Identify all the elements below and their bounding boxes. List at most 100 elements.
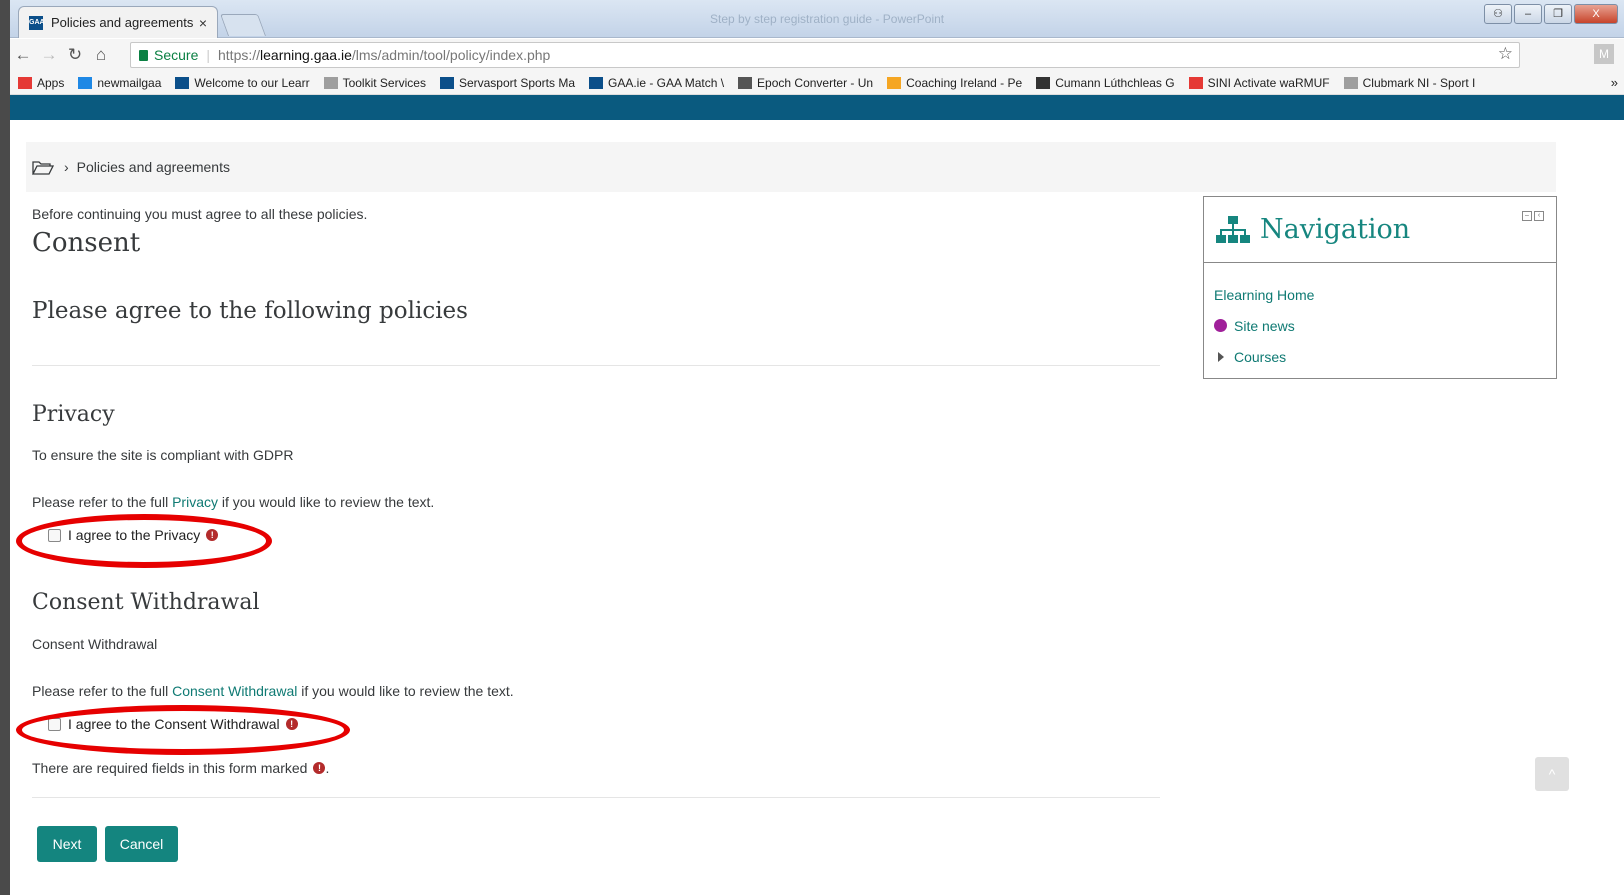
- breadcrumb: › Policies and agreements: [26, 142, 1556, 192]
- dock-icon[interactable]: ‹: [1534, 211, 1544, 221]
- nav-item-label: Elearning Home: [1214, 286, 1315, 303]
- bookmark-item[interactable]: Toolkit Services: [323, 75, 426, 90]
- bookmark-label: Coaching Ireland - Pe: [906, 75, 1023, 90]
- bookmark-item[interactable]: Welcome to our Learr: [175, 75, 310, 90]
- policy-summary-privacy: To ensure the site is compliant with GDP…: [32, 447, 294, 463]
- bookmark-item[interactable]: GAA.ie - GAA Match \: [589, 76, 724, 90]
- tab-title: Policies and agreements: [51, 15, 194, 30]
- home-icon[interactable]: ⌂: [88, 45, 114, 65]
- nav-item-site-news[interactable]: Site news: [1214, 310, 1546, 341]
- url-host: learning.gaa.ie: [260, 47, 352, 63]
- policy-refer-privacy: Please refer to the full Privacy if you …: [32, 494, 434, 510]
- gaa-favicon-icon: GAA: [29, 15, 45, 30]
- expand-arrow-icon[interactable]: [1218, 351, 1224, 362]
- bookmark-item[interactable]: Coaching Ireland - Pe: [887, 76, 1022, 90]
- nav-item-elearning-home[interactable]: Elearning Home: [1214, 279, 1546, 310]
- policy-summary-consent-withdrawal: Consent Withdrawal: [32, 636, 158, 652]
- bookmark-label: Welcome to our Learr: [194, 75, 310, 90]
- intro-text: Before continuing you must agree to all …: [32, 206, 368, 222]
- divider: [32, 797, 1160, 798]
- bookmarks-overflow-icon[interactable]: »: [1611, 75, 1618, 90]
- bookmark-item[interactable]: SINI Activate waRMUF: [1188, 76, 1330, 90]
- folder-open-icon[interactable]: [32, 160, 54, 175]
- navigation-list: Elearning Home Site news Courses: [1204, 263, 1556, 388]
- reload-icon[interactable]: ↻: [62, 45, 88, 65]
- refer-suffix: if you would like to review the text.: [217, 494, 435, 510]
- privacy-link[interactable]: Privacy: [172, 494, 218, 510]
- window-title: Step by step registration guide - PowerP…: [710, 12, 945, 26]
- back-icon[interactable]: ←: [10, 45, 36, 65]
- clock-icon: [738, 76, 753, 89]
- gaa-icon: [589, 76, 603, 89]
- policy-refer-consent-withdrawal: Please refer to the full Consent Withdra…: [32, 683, 514, 699]
- tab-close-icon[interactable]: ×: [199, 15, 207, 31]
- gaa-icon: [175, 76, 190, 89]
- bookmark-label: Toolkit Services: [342, 75, 426, 90]
- bookmark-label: Clubmark NI - Sport I: [1362, 75, 1476, 90]
- forward-icon[interactable]: →: [36, 45, 62, 65]
- bookmark-item[interactable]: newmailgaa: [78, 76, 161, 90]
- browser-tab[interactable]: GAA Policies and agreements ×: [18, 6, 218, 38]
- maximize-button[interactable]: ❐: [1544, 4, 1572, 24]
- profile-avatar[interactable]: M: [1594, 44, 1614, 64]
- page-title: Consent: [32, 228, 141, 258]
- window-controls: ⚇ – ❐ X: [1484, 4, 1618, 24]
- new-tab-button[interactable]: [219, 14, 267, 36]
- site-news-icon: [1214, 319, 1227, 332]
- title-bar: GAA Policies and agreements × Step by st…: [10, 0, 1624, 38]
- sitemap-icon: [1216, 215, 1250, 243]
- gaa-icon: [439, 76, 454, 89]
- breadcrumb-separator: ›: [64, 159, 69, 175]
- refer-prefix: Please refer to the full: [32, 494, 173, 510]
- main-content: Before continuing you must agree to all …: [16, 200, 1172, 862]
- secure-indicator[interactable]: Secure: [139, 47, 198, 63]
- page-subtitle: Please agree to the following policies: [32, 298, 468, 324]
- bookmark-item[interactable]: Apps: [18, 76, 64, 90]
- bookmark-item[interactable]: Clubmark NI - Sport I: [1343, 75, 1476, 90]
- lock-icon: [139, 49, 148, 61]
- account-button[interactable]: ⚇: [1484, 4, 1512, 24]
- required-icon: !: [313, 762, 326, 774]
- bookmark-star-icon[interactable]: ☆: [1498, 44, 1513, 64]
- annotation-circle: [16, 514, 272, 568]
- bookmark-item[interactable]: Cumann Lúthchleas G: [1036, 76, 1175, 90]
- annotation-circle: [16, 705, 350, 755]
- secure-label: Secure: [154, 47, 199, 63]
- breadcrumb-current: Policies and agreements: [76, 159, 230, 175]
- nav-item-label: Courses: [1234, 348, 1287, 365]
- bookmarks-bar: Apps newmailgaa Welcome to our Learr Toolki…: [10, 71, 1624, 95]
- navigation-title: Navigation: [1260, 214, 1411, 245]
- bookmark-item[interactable]: Epoch Converter - Un: [738, 76, 873, 90]
- required-note-text: There are required fields in this form m…: [32, 760, 308, 776]
- close-window-button[interactable]: X: [1574, 4, 1618, 24]
- required-note: There are required fields in this form m…: [32, 760, 329, 776]
- browser-window: GAA Policies and agreements × Step by st…: [10, 0, 1624, 895]
- refer-suffix: if you would like to review the text.: [297, 683, 514, 699]
- page-icon: [1343, 76, 1358, 89]
- navigation-header: Navigation – ‹: [1204, 197, 1556, 263]
- refer-prefix: Please refer to the full: [32, 683, 173, 699]
- nav-item-label: Site news: [1234, 317, 1295, 334]
- apps-grid-icon: [18, 76, 32, 89]
- required-note-end: .: [325, 760, 330, 776]
- nav-item-courses[interactable]: Courses: [1214, 341, 1546, 372]
- policy-heading-consent-withdrawal: Consent Withdrawal: [32, 590, 260, 615]
- crest-icon: [1036, 76, 1051, 89]
- bookmark-label: Epoch Converter - Un: [757, 75, 874, 90]
- back-to-top-button[interactable]: ^: [1535, 757, 1569, 791]
- collapse-icon[interactable]: –: [1522, 211, 1532, 221]
- site-header-bar: [10, 95, 1624, 120]
- coaching-icon: [887, 76, 902, 89]
- url-path: /lms/admin/tool/policy/index.php: [351, 47, 551, 63]
- cancel-button[interactable]: Cancel: [105, 826, 178, 862]
- next-button[interactable]: Next: [37, 826, 97, 862]
- url-input[interactable]: Secure | https:// learning.gaa.ie /lms/a…: [130, 42, 1520, 68]
- page-icon: [323, 76, 338, 89]
- minimize-button[interactable]: –: [1514, 4, 1542, 24]
- url-scheme: https://: [218, 47, 261, 63]
- navigation-block: Navigation – ‹ Elearning Home Site news …: [1203, 196, 1557, 379]
- calendar-icon: [78, 76, 93, 89]
- sini-icon: [1188, 76, 1203, 89]
- bookmark-item[interactable]: Servasport Sports Ma: [439, 76, 575, 90]
- consent-withdrawal-link[interactable]: Consent Withdrawal: [172, 683, 297, 699]
